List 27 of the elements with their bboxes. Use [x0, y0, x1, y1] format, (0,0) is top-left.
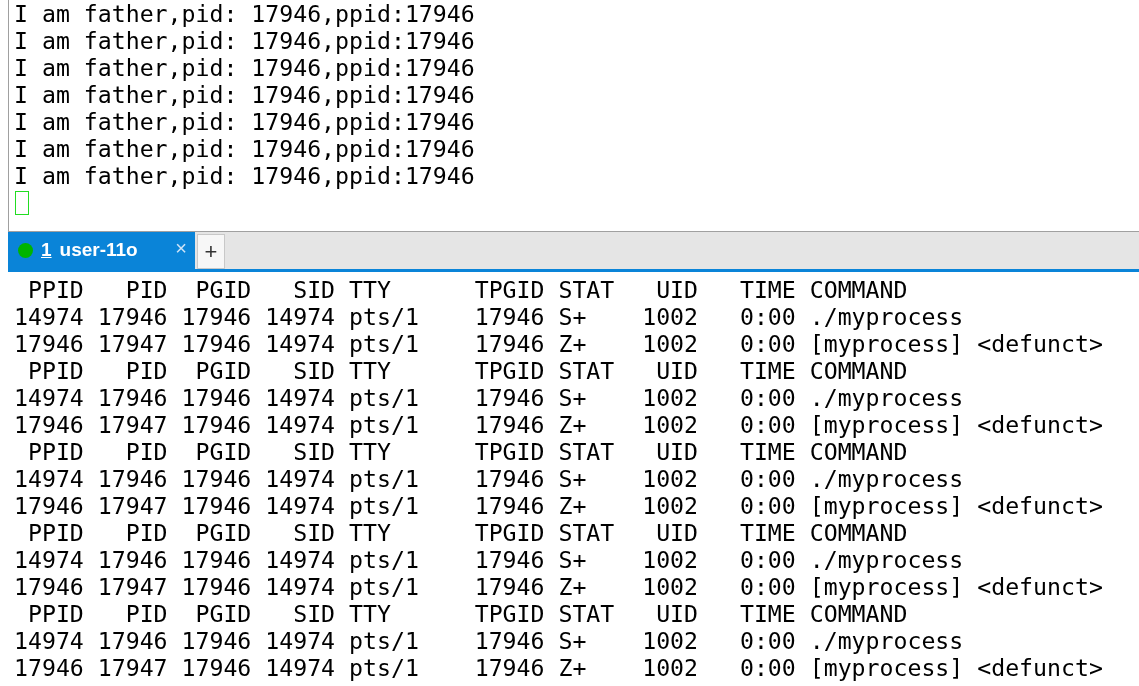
session-tab[interactable]: 1 user-11o × — [8, 232, 195, 269]
terminal-line: 14974 17946 17946 14974 pts/1 17946 S+ 1002 0:00 ./myprocess — [14, 465, 964, 492]
tab-label: user-11o — [59, 238, 139, 263]
terminal-line: PPID PID PGID SID TTY TPGID STAT UID TIME COMMAND — [26, 519, 908, 546]
terminal-line: 17946 17947 17946 14974 pts/1 17946 Z+ 1002 0:00 [myprocess] <defunct> — [14, 330, 1103, 357]
terminal-line: 14974 17946 17946 14974 pts/1 17946 S+ 1002 0:00 ./myprocess — [14, 546, 964, 573]
terminal-line: PPID PID PGID SID TTY TPGID STAT UID TIME COMMAND — [26, 438, 908, 465]
terminal-line: 17946 17947 17946 14974 pts/1 17946 Z+ 1002 0:00 [myprocess] <defunct> — [14, 492, 1103, 519]
terminal-line: 17946 17947 17946 14974 pts/1 17946 Z+ 1002 0:00 [myprocess] <defunct> — [14, 411, 1103, 438]
terminal-line: PPID PID PGID SID TTY TPGID STAT UID TIME COMMAND — [26, 600, 908, 627]
terminal-line: I am father,pid: 17946,ppid:17946 — [14, 135, 475, 162]
terminal-line: I am father,pid: 17946,ppid:17946 — [14, 27, 475, 54]
terminal-line: PPID PID PGID SID TTY TPGID STAT UID TIME COMMAND — [26, 357, 908, 384]
tab-number: 1 — [41, 238, 52, 263]
terminal-line: I am father,pid: 17946,ppid:17946 — [14, 0, 475, 27]
terminal-line: 14974 17946 17946 14974 pts/1 17946 S+ 1002 0:00 ./myprocess — [14, 303, 964, 330]
terminal-line: I am father,pid: 17946,ppid:17946 — [14, 54, 475, 81]
terminal-line: I am father,pid: 17946,ppid:17946 — [14, 81, 475, 108]
terminal-line: 14974 17946 17946 14974 pts/1 17946 S+ 1002 0:00 ./myprocess — [14, 384, 964, 411]
terminal-line: 17946 17947 17946 14974 pts/1 17946 Z+ 1002 0:00 [myprocess] <defunct> — [14, 654, 1103, 681]
new-tab-button[interactable]: + — [197, 234, 225, 269]
terminal-line: 17946 17947 17946 14974 pts/1 17946 Z+ 1002 0:00 [myprocess] <defunct> — [14, 573, 1103, 600]
terminal-line: 14974 17946 17946 14974 pts/1 17946 S+ 1002 0:00 ./myprocess — [14, 627, 964, 654]
terminal-line: I am father,pid: 17946,ppid:17946 — [14, 162, 475, 189]
close-tab-button[interactable]: × — [175, 237, 187, 258]
terminal-line: I am father,pid: 17946,ppid:17946 — [14, 108, 475, 135]
terminal-line: PPID PID PGID SID TTY TPGID STAT UID TIME COMMAND — [26, 276, 908, 303]
